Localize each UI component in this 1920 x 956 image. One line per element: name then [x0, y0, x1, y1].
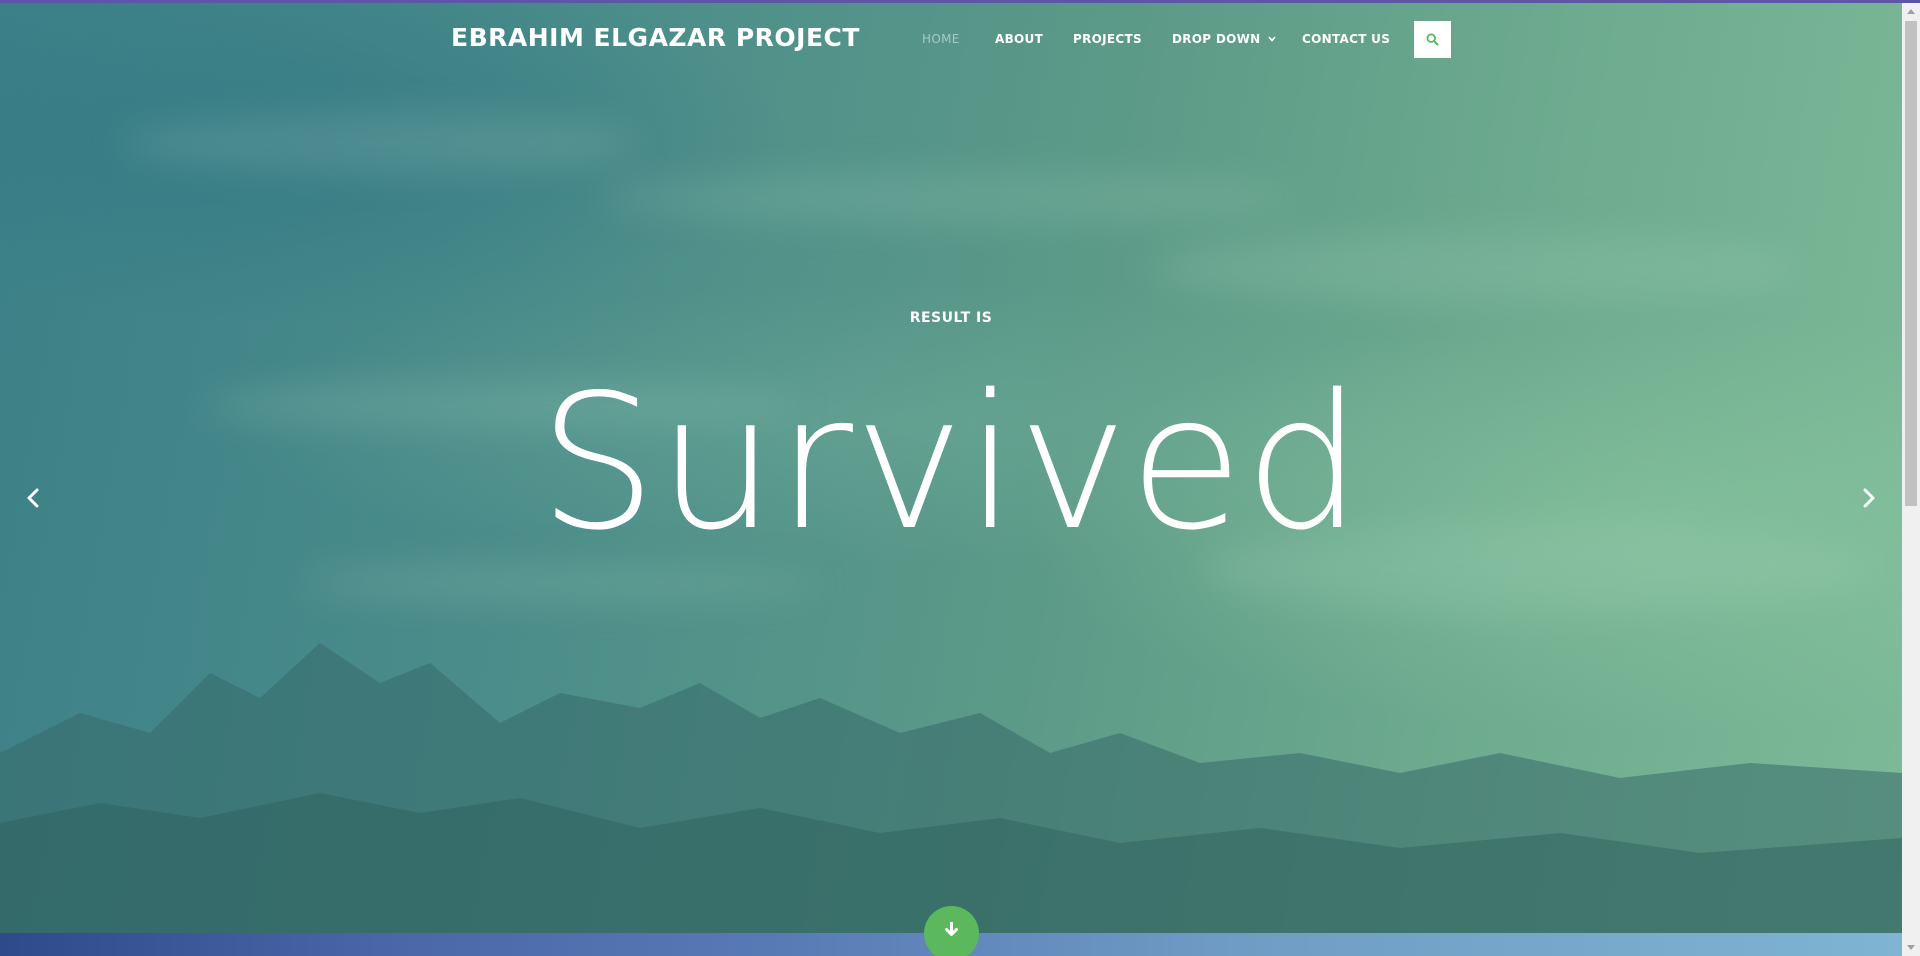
caret-down-icon	[1907, 945, 1915, 950]
nav-item-about[interactable]: ABOUT	[995, 32, 1043, 46]
nav-item-home[interactable]: HOME	[922, 32, 960, 46]
hero-subtitle: RESULT IS	[909, 310, 993, 326]
slider-next-button[interactable]	[1854, 483, 1884, 513]
scrollbar-down-button[interactable]	[1902, 939, 1920, 956]
chevron-left-icon	[27, 488, 39, 508]
nav-item-projects[interactable]: PROJECTS	[1073, 32, 1142, 46]
vertical-scrollbar[interactable]	[1902, 3, 1920, 956]
slider-prev-button[interactable]	[18, 483, 48, 513]
caret-up-icon	[1907, 9, 1915, 14]
nav-menu: HOME ABOUT PROJECTS DROP DOWN CONTACT US	[0, 3, 1902, 73]
cloud-shape	[600, 173, 1300, 223]
scroll-down-button[interactable]	[924, 906, 979, 956]
search-button[interactable]	[1414, 21, 1451, 58]
hero-headline: Survived	[538, 354, 1364, 571]
main-navbar: EBRAHIM ELGAZAR PROJECT HOME ABOUT PROJE…	[0, 3, 1902, 73]
scrollbar-up-button[interactable]	[1902, 3, 1920, 20]
cloud-shape	[1150, 233, 1800, 303]
chevron-right-icon	[1863, 488, 1875, 508]
cloud-shape	[120, 113, 640, 173]
hero-slider: RESULT IS Survived	[0, 3, 1902, 933]
browser-viewport: RESULT IS Survived EBRAHIM ELGAZAR PROJE…	[0, 0, 1920, 956]
page-top-border	[0, 0, 1920, 3]
scrollbar-thumb[interactable]	[1905, 21, 1917, 506]
arrow-down-icon	[945, 922, 958, 936]
nav-item-dropdown[interactable]: DROP DOWN	[1172, 32, 1276, 46]
nav-item-dropdown-label: DROP DOWN	[1172, 32, 1261, 46]
nav-item-contact[interactable]: CONTACT US	[1302, 32, 1390, 46]
chevron-down-icon	[1267, 35, 1276, 45]
mountain-silhouette	[0, 643, 1902, 933]
search-icon	[1426, 33, 1439, 46]
